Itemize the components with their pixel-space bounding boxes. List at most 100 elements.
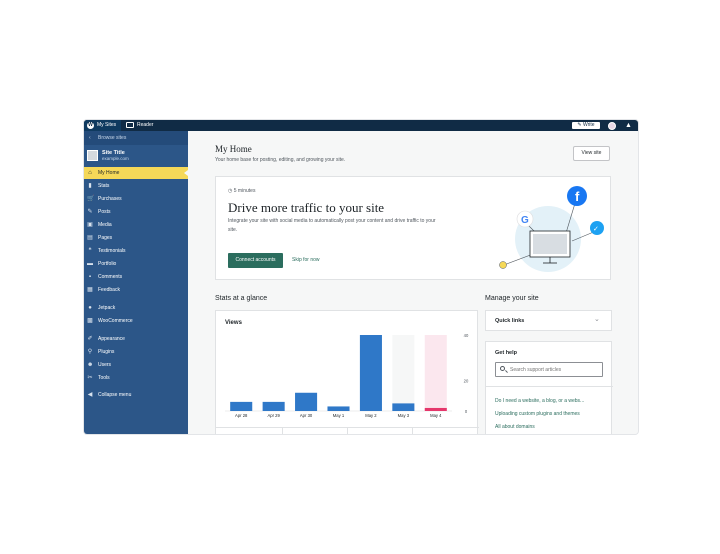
time-label: 5 minutes xyxy=(233,188,256,194)
sidebar-item-label: Jetpack xyxy=(98,305,116,311)
feedback-icon: ▦ xyxy=(87,287,93,293)
pages-icon: ▤ xyxy=(87,235,93,241)
quick-links-toggle[interactable]: Quick links ⌄ xyxy=(485,310,612,331)
sidebar-item-stats[interactable]: ▮ Stats xyxy=(84,180,188,192)
social-illustration: f G ✓ xyxy=(499,186,604,272)
sidebar-item-comments[interactable]: ▪ Comments xyxy=(84,271,188,283)
site-url: example.com xyxy=(102,156,129,161)
my-sites-tab[interactable]: W My Sites xyxy=(84,120,121,131)
sidebar-item-posts[interactable]: ✎ Posts xyxy=(84,206,188,218)
my-sites-label: My Sites xyxy=(97,122,117,128)
users-icon: ☻ xyxy=(87,362,94,368)
reader-icon xyxy=(126,122,134,128)
x-tick-label: May 4 xyxy=(430,413,442,418)
chevron-left-icon: ‹ xyxy=(89,135,91,141)
skip-for-now-link[interactable]: Skip for now xyxy=(292,253,320,268)
chart-bar[interactable] xyxy=(295,392,318,411)
cart-icon: 🛒 xyxy=(87,196,95,202)
quick-links-label: Quick links xyxy=(495,318,525,324)
page-subtitle: Your home base for posting, editing, and… xyxy=(215,157,346,163)
x-tick-label: May 2 xyxy=(365,413,377,418)
view-site-button[interactable]: View site xyxy=(573,146,610,161)
sidebar-item-label: Media xyxy=(98,222,112,228)
connect-accounts-button[interactable]: Connect accounts xyxy=(228,253,283,268)
chart-bar[interactable] xyxy=(230,401,253,411)
bell-icon[interactable]: ▲ xyxy=(625,122,632,129)
sidebar-item-label: Comments xyxy=(98,274,123,280)
tools-icon: ✂ xyxy=(87,375,93,381)
plugins-icon: ⚲ xyxy=(87,349,93,355)
stats-icon: ▮ xyxy=(88,183,92,189)
chart-bar[interactable] xyxy=(262,401,285,411)
sidebar-item-tools[interactable]: ✂ Tools xyxy=(84,372,188,384)
time-estimate: ◷ 5 minutes xyxy=(228,188,255,194)
divider xyxy=(412,428,413,434)
chart-bar[interactable] xyxy=(424,407,447,411)
comments-icon: ▪ xyxy=(88,274,92,280)
chart-bar[interactable] xyxy=(392,403,415,411)
sidebar-item-label: Tools xyxy=(98,375,110,381)
x-tick-label: May 3 xyxy=(398,413,410,418)
selected-day-highlight xyxy=(424,335,447,411)
promo-card: ◷ 5 minutes Drive more traffic to your s… xyxy=(215,176,611,280)
chart-bar[interactable] xyxy=(359,335,382,411)
divider xyxy=(282,428,283,434)
search-icon xyxy=(500,366,505,371)
support-search xyxy=(495,362,603,377)
stats-card: Views Apr 28 Apr 29 Apr 30 May 1 May 2 May 3M… xyxy=(215,310,479,434)
sidebar-item-label: Pages xyxy=(98,235,113,241)
y-tick-label: 20 xyxy=(464,379,469,384)
dot-icon xyxy=(499,261,507,269)
svg-text:✓: ✓ xyxy=(593,225,599,233)
sidebar-item-media[interactable]: ▣ Media xyxy=(84,219,188,231)
help-link[interactable]: Do I need a website, a blog, or a webs..… xyxy=(495,398,584,404)
sidebar-item-appearance[interactable]: ✐ Appearance xyxy=(84,333,188,345)
main-content: My Home Your home base for posting, edit… xyxy=(188,131,638,434)
chart-bar[interactable] xyxy=(327,406,350,411)
sidebar-item-collapse-menu[interactable]: ◀ Collapse menu xyxy=(84,389,188,401)
y-tick-label: 0 xyxy=(465,409,468,414)
sidebar-item-jetpack[interactable]: ● Jetpack xyxy=(84,302,188,314)
twitter-icon: ✓ xyxy=(590,221,604,235)
jetpack-icon: ● xyxy=(88,305,92,311)
promo-description: Integrate your site with social media to… xyxy=(228,218,436,233)
sidebar-item-pages[interactable]: ▤ Pages xyxy=(84,232,188,244)
help-link[interactable]: All about domains xyxy=(495,424,535,430)
manage-section-title: Manage your site xyxy=(485,295,539,302)
sidebar-item-purchases[interactable]: 🛒 Purchases xyxy=(84,193,188,205)
portfolio-icon: ▬ xyxy=(87,261,93,267)
sidebar-item-feedback[interactable]: ▦ Feedback xyxy=(84,284,188,296)
sidebar-item-my-home[interactable]: ⌂ My Home xyxy=(84,167,188,179)
x-tick-label: Apr 29 xyxy=(267,413,280,418)
brush-icon: ✐ xyxy=(87,336,93,342)
sidebar-item-label: My Home xyxy=(98,170,120,176)
divider xyxy=(486,386,613,387)
y-tick-label: 40 xyxy=(464,333,469,338)
x-tick-label: Apr 28 xyxy=(235,413,248,418)
avatar[interactable] xyxy=(608,121,616,130)
sidebar-item-label: Portfolio xyxy=(98,261,117,267)
write-button[interactable]: ✎ Write xyxy=(572,122,600,129)
facebook-icon: f xyxy=(567,186,587,206)
help-link[interactable]: Uploading custom plugins and themes xyxy=(495,411,580,417)
sidebar-item-plugins[interactable]: ⚲ Plugins xyxy=(84,346,188,358)
sidebar-item-testimonials[interactable]: ❝ Testimonials xyxy=(84,245,188,257)
get-help-card: Get help Do I need a website, a blog, or… xyxy=(485,341,613,434)
search-input[interactable] xyxy=(510,366,600,374)
testimonials-icon: ❝ xyxy=(88,248,92,254)
sidebar-item-label: Appearance xyxy=(98,336,125,342)
site-card[interactable]: Site Title example.com xyxy=(84,145,188,167)
app-window: W My Sites Reader ✎ Write ▲ ‹ Browse sit… xyxy=(84,120,638,434)
pin-icon: ✎ xyxy=(87,209,93,215)
collapse-icon: ◀ xyxy=(87,392,93,398)
sidebar-item-portfolio[interactable]: ▬ Portfolio xyxy=(84,258,188,270)
sidebar: ‹ Browse sites Site Title example.com ⌂ M… xyxy=(84,131,188,434)
sidebar-item-users[interactable]: ☻ Users xyxy=(84,359,188,371)
site-icon xyxy=(87,150,98,161)
reader-label: Reader xyxy=(137,122,154,128)
views-chart: Apr 28 Apr 29 Apr 30 May 1 May 2 May 3 May 4 40… xyxy=(225,333,469,418)
sidebar-item-label: WooCommerce xyxy=(98,318,133,324)
sidebar-item-woocommerce[interactable]: ▩ WooCommerce xyxy=(84,315,188,327)
browse-sites-link[interactable]: ‹ Browse sites xyxy=(84,131,188,145)
home-icon: ⌂ xyxy=(88,170,92,176)
